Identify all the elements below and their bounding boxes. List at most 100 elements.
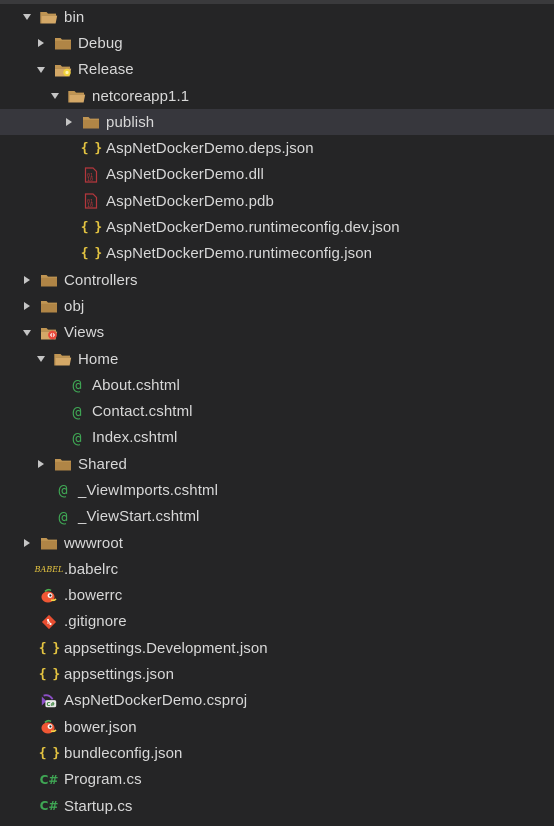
tree-item-release[interactable]: Release (0, 57, 554, 83)
tree-item-label: .bowerrc (64, 587, 123, 605)
folder-release-icon (54, 61, 72, 79)
tree-item-publish[interactable]: publish (0, 109, 554, 136)
csharp-file-icon: C# (39, 799, 59, 814)
folder-icon (54, 455, 72, 473)
tree-item-views[interactable]: Views (0, 320, 554, 346)
tree-item-label: Views (64, 324, 105, 342)
tree-item-label: _ViewStart.cshtml (78, 508, 200, 526)
binary-file-icon: 01 10 (82, 166, 100, 184)
tree-item-index-cshtml[interactable]: @ Index.cshtml (0, 425, 554, 451)
tree-item-label: AspNetDockerDemo.runtimeconfig.json (106, 245, 373, 263)
razor-file-icon: @ (58, 507, 68, 526)
tree-item-label: Release (78, 61, 134, 79)
tree-item-obj[interactable]: obj (0, 293, 554, 319)
tree-item-about-cshtml[interactable]: @ About.cshtml (0, 372, 554, 398)
tree-item-shared[interactable]: Shared (0, 451, 554, 477)
tree-item-appsettings-development-json[interactable]: { } appsettings.Development.json (0, 635, 554, 661)
json-file-icon: { } (80, 246, 103, 262)
tree-item-bower-json[interactable]: bower.json (0, 714, 554, 740)
folder-icon (54, 34, 72, 52)
chevron-right-icon[interactable] (62, 115, 76, 129)
tree-item-aspnetdockerdemo-runtimeconfig-dev-json[interactable]: { } AspNetDockerDemo.runtimeconfig.dev.js… (0, 214, 554, 240)
tree-item-label: Contact.cshtml (92, 403, 193, 421)
tree-item-label: Index.cshtml (92, 429, 178, 447)
chevron-down-icon[interactable] (34, 352, 48, 366)
tree-item-netcoreapp1-1[interactable]: netcoreapp1.1 (0, 83, 554, 109)
tree-item-home[interactable]: Home (0, 346, 554, 372)
chevron-right-icon[interactable] (20, 273, 34, 287)
babel-file-icon: BABEL (34, 564, 64, 574)
json-file-icon: { } (80, 141, 103, 157)
chevron-right-icon[interactable] (34, 457, 48, 471)
tree-item-label: AspNetDockerDemo.dll (106, 166, 264, 184)
chevron-down-icon[interactable] (48, 89, 62, 103)
bower-file-icon (40, 718, 58, 736)
folder-open-icon (68, 87, 86, 105)
tree-item-label: _ViewImports.cshtml (78, 481, 218, 499)
tree-item-viewimports-cshtml[interactable]: @ _ViewImports.cshtml (0, 477, 554, 503)
tree-item-label: netcoreapp1.1 (92, 87, 190, 105)
tree-item-label: Debug (78, 34, 123, 52)
razor-file-icon: @ (72, 376, 82, 395)
folder-icon (40, 297, 58, 315)
tree-item-controllers[interactable]: Controllers (0, 267, 554, 293)
svg-text:10: 10 (87, 203, 93, 209)
tree-item-gitignore[interactable]: .gitignore (0, 609, 554, 635)
tree-item-label: AspNetDockerDemo.pdb (106, 192, 274, 210)
chevron-right-icon[interactable] (20, 299, 34, 313)
tree-item-label: bin (64, 8, 85, 26)
tree-item-label: About.cshtml (92, 376, 180, 394)
svg-text:10: 10 (87, 177, 93, 183)
chevron-down-icon[interactable] (34, 63, 48, 77)
tree-item-wwwroot[interactable]: wwwroot (0, 530, 554, 556)
folder-open-icon (40, 8, 58, 26)
json-file-icon: { } (38, 745, 61, 761)
chevron-down-icon[interactable] (20, 326, 34, 340)
tree-item-viewstart-cshtml[interactable]: @ _ViewStart.cshtml (0, 504, 554, 530)
tree-item-appsettings-json[interactable]: { } appsettings.json (0, 661, 554, 687)
tree-item-label: obj (64, 297, 85, 315)
bower-file-icon (40, 587, 58, 605)
tree-item-bundleconfig-json[interactable]: { } bundleconfig.json (0, 740, 554, 766)
tree-item-label: Home (78, 350, 119, 368)
chevron-right-icon[interactable] (20, 536, 34, 550)
json-file-icon: { } (80, 220, 103, 236)
folder-icon (82, 113, 100, 131)
tree-item-label: AspNetDockerDemo.runtimeconfig.dev.json (106, 219, 400, 237)
folder-icon (40, 271, 58, 289)
tree-item-babelrc[interactable]: BABEL .babelrc (0, 556, 554, 582)
tree-item-aspnetdockerdemo-dll[interactable]: 01 10 AspNetDockerDemo.dll (0, 162, 554, 188)
tree-item-aspnetdockerdemo-runtimeconfig-json[interactable]: { } AspNetDockerDemo.runtimeconfig.json (0, 241, 554, 267)
tree-item-label: appsettings.json (64, 666, 175, 684)
tree-item-label: bower.json (64, 718, 137, 736)
tree-item-label: Controllers (64, 271, 138, 289)
csharp-file-icon: C# (39, 772, 59, 787)
folder-icon (40, 534, 58, 552)
tree-item-label: appsettings.Development.json (64, 639, 268, 657)
tree-item-label: AspNetDockerDemo.deps.json (106, 140, 314, 158)
tree-item-debug[interactable]: Debug (0, 30, 554, 56)
tree-item-label: Startup.cs (64, 797, 133, 815)
razor-file-icon: @ (72, 402, 82, 421)
git-file-icon (40, 613, 58, 631)
chevron-right-icon[interactable] (34, 36, 48, 50)
tree-item-aspnetdockerdemo-pdb[interactable]: 01 10 AspNetDockerDemo.pdb (0, 188, 554, 214)
tree-item-startup-cs[interactable]: C# Startup.cs (0, 793, 554, 819)
tree-item-label: publish (106, 113, 155, 131)
tree-item-label: wwwroot (64, 534, 124, 552)
file-explorer-tree: bin Debug Release netcoreapp1.1 publish{ } As… (0, 4, 554, 819)
tree-item-label: bundleconfig.json (64, 744, 183, 762)
tree-item-program-cs[interactable]: C# Program.cs (0, 767, 554, 793)
folder-open-icon (54, 350, 72, 368)
svg-text:C#: C# (46, 702, 55, 708)
tree-item-bin[interactable]: bin (0, 4, 554, 30)
folder-views-icon (40, 324, 58, 342)
tree-item-contact-cshtml[interactable]: @ Contact.cshtml (0, 398, 554, 424)
razor-file-icon: @ (58, 481, 68, 500)
tree-item-bowerrc[interactable]: .bowerrc (0, 583, 554, 609)
tree-item-aspnetdockerdemo-csproj[interactable]: C# AspNetDockerDemo.csproj (0, 688, 554, 714)
razor-file-icon: @ (72, 428, 82, 447)
tree-item-label: AspNetDockerDemo.csproj (64, 692, 248, 710)
tree-item-aspnetdockerdemo-deps-json[interactable]: { } AspNetDockerDemo.deps.json (0, 135, 554, 161)
chevron-down-icon[interactable] (20, 10, 34, 24)
